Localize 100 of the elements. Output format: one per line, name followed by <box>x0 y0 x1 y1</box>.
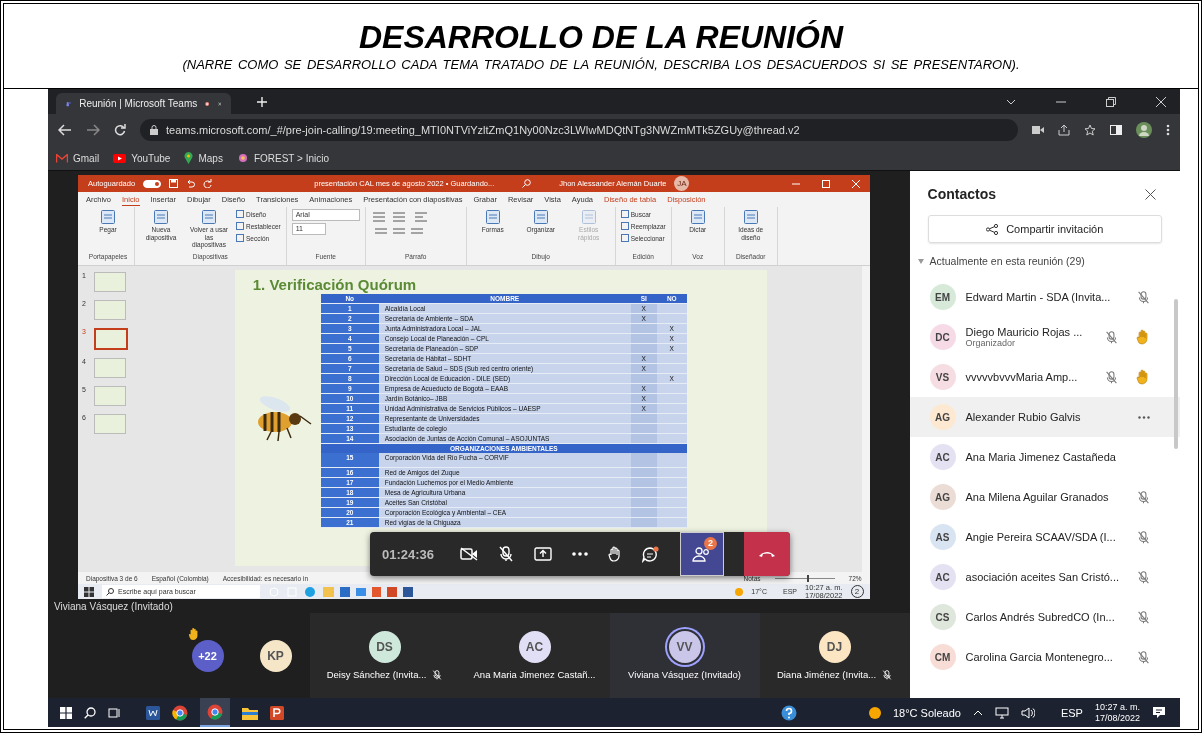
participant-name: Diego Mauricio Rojas ... <box>965 326 1084 338</box>
table-cell <box>630 424 657 433</box>
table-cell <box>630 324 657 333</box>
participant-name: Carolina Garcia Montenegro... <box>965 651 1114 663</box>
raise-hand-icon[interactable] <box>607 546 622 562</box>
document-app-icon[interactable] <box>146 705 160 720</box>
weather-icon <box>735 587 744 596</box>
chat-icon[interactable] <box>641 545 660 563</box>
participant-row[interactable]: DC Diego Mauricio Rojas ... Organizador <box>909 317 1180 357</box>
participant-avatar: AS <box>929 524 956 550</box>
close-icon[interactable] <box>1145 188 1156 200</box>
share-screen-icon[interactable] <box>534 547 552 561</box>
clock[interactable]: 10:27 a. m. 17/08/2022 <box>1094 701 1140 724</box>
speaker-icon[interactable] <box>1020 706 1035 719</box>
participant-avatar: AC <box>518 631 551 664</box>
scrollbar[interactable] <box>1174 299 1178 449</box>
restore-icon[interactable] <box>821 179 830 188</box>
chevron-up-icon[interactable] <box>972 709 983 716</box>
participant-row[interactable]: AG Alexander Rubio Galvis <box>909 397 1180 437</box>
table-cell <box>630 434 657 443</box>
slide-thumbnail[interactable] <box>94 300 126 320</box>
more-icon[interactable] <box>1138 415 1150 419</box>
slide-thumbnail[interactable] <box>94 272 126 292</box>
folder-icon[interactable] <box>242 705 258 720</box>
search-icon[interactable] <box>84 706 96 719</box>
participant-name: Carlos Andrés SubredCO (In... <box>965 611 1116 623</box>
slides-app-icon[interactable] <box>270 705 284 720</box>
bookmark[interactable]: YouTube <box>113 152 171 164</box>
table-cell <box>630 468 657 477</box>
zoom-slider-thumb[interactable] <box>806 574 809 582</box>
language-indicator[interactable]: ESP <box>1060 706 1083 719</box>
browser-icon[interactable] <box>172 704 188 721</box>
participant-tile[interactable]: DS Deisy Sánchez (Invita... <box>309 613 460 698</box>
participant-row[interactable]: CM Carolina Garcia Montenegro... <box>909 637 1180 677</box>
slide-thumbnail[interactable] <box>94 414 126 434</box>
document-icon <box>484 209 501 225</box>
share-icon[interactable] <box>1058 124 1070 136</box>
participant-row[interactable]: AG Ana Milena Aguilar Granados <box>909 477 1180 517</box>
task-view-icon[interactable] <box>108 706 120 719</box>
star-icon[interactable] <box>1084 124 1096 136</box>
slide-thumbnail[interactable] <box>94 386 126 406</box>
forward-icon[interactable] <box>86 124 100 136</box>
new-tab-icon[interactable] <box>257 96 267 107</box>
redo-icon[interactable] <box>203 179 213 188</box>
caret-icon <box>917 258 924 264</box>
more-participants-count[interactable]: +22 <box>191 639 224 672</box>
minimize-icon[interactable] <box>1056 100 1066 103</box>
document-title: DESARROLLO DE LA REUNIÓN <box>358 18 844 56</box>
slide-thumbnail[interactable] <box>94 328 128 350</box>
menu-icon[interactable] <box>1166 124 1170 136</box>
table-cell <box>630 453 657 467</box>
table-cell <box>630 508 657 517</box>
notifications-icon[interactable] <box>1152 706 1166 719</box>
bookmark[interactable]: Gmail <box>56 152 100 164</box>
autosave-toggle[interactable] <box>143 179 162 188</box>
browser-app-button[interactable] <box>200 698 230 727</box>
participant-avatar: DC <box>929 324 956 350</box>
participant-row[interactable]: AS Angie Pereira SCAAV/SDA (I... <box>909 517 1180 557</box>
more-icon[interactable] <box>572 552 588 556</box>
sidebar-icon[interactable] <box>1110 125 1122 135</box>
participant-tile[interactable]: VV Viviana Vásquez (Invitado) <box>609 613 760 698</box>
network-icon[interactable] <box>994 706 1009 719</box>
windows-icon[interactable] <box>84 586 94 597</box>
participant-row[interactable]: EM Edward Martin - SDA (Invita... <box>909 277 1180 317</box>
address-field[interactable]: teams.microsoft.com/_#/pre-join-calling/19:meeting_MTI0NTViYzltZmQ1Ny00Nzc3LWIwMDQtNTg3NWZmMTk5ZGUy@thread.v2 <box>140 119 1018 141</box>
reload-icon[interactable] <box>114 124 126 136</box>
share-invitation-button[interactable]: Compartir invitación <box>927 215 1162 243</box>
user-avatar[interactable]: JA <box>674 176 690 191</box>
undo-icon[interactable] <box>186 179 196 188</box>
restore-icon[interactable] <box>1106 96 1116 107</box>
scrollbar[interactable] <box>861 266 870 572</box>
bookmark[interactable]: FOREST > Inicio <box>236 152 329 164</box>
participant-tile[interactable]: AC Ana Maria Jimenez Castañ... <box>459 613 610 698</box>
participant-tile[interactable]: DJ Diana Jiménez (Invita... <box>759 613 910 698</box>
browser-tab[interactable]: Reunión | Microsoft Teams <box>56 93 231 114</box>
mic-toggle-icon[interactable] <box>498 546 514 562</box>
camera-toggle-icon[interactable] <box>460 547 479 561</box>
weather-label[interactable]: 18°C Soleado <box>892 706 961 719</box>
avatar-icon[interactable] <box>1136 122 1152 138</box>
participant-avatar: KP <box>259 639 292 672</box>
document-instructions: (NARRE COMO SE DESARROLLO CADA TEMA TRATADO DE LA REUNIÓN, DESCRIBA LOS DESACUERDOS SI SE PRESENTARON). <box>182 56 1020 74</box>
bookmark[interactable]: Maps <box>184 152 223 164</box>
help-icon[interactable] <box>780 704 797 721</box>
camera-icon[interactable] <box>1032 126 1044 134</box>
document-icon <box>100 209 116 225</box>
back-icon[interactable] <box>58 124 72 136</box>
hang-up-button[interactable] <box>743 532 790 576</box>
participant-row[interactable]: AC asociación aceites San Cristó... <box>909 557 1180 597</box>
participant-avatar: DS <box>368 631 401 664</box>
participant-row[interactable]: AC Ana Maria Jimenez Castañeda <box>909 437 1180 477</box>
table-cell <box>630 498 657 507</box>
participant-row[interactable]: VS vvvvvbvvvMaria Amp... <box>909 357 1180 397</box>
search-icon <box>106 587 114 596</box>
windows-icon[interactable] <box>60 706 72 719</box>
save-icon[interactable] <box>169 179 179 188</box>
participant-avatar: VV <box>668 631 701 664</box>
participant-row[interactable]: CS Carlos Andrés SubredCO (In... <box>909 597 1180 637</box>
meeting-section-toggle[interactable]: Actualmente en esta reunión (29) <box>909 245 1180 277</box>
slide-thumbnail[interactable] <box>94 358 126 378</box>
chevron-icon[interactable] <box>1006 98 1016 105</box>
